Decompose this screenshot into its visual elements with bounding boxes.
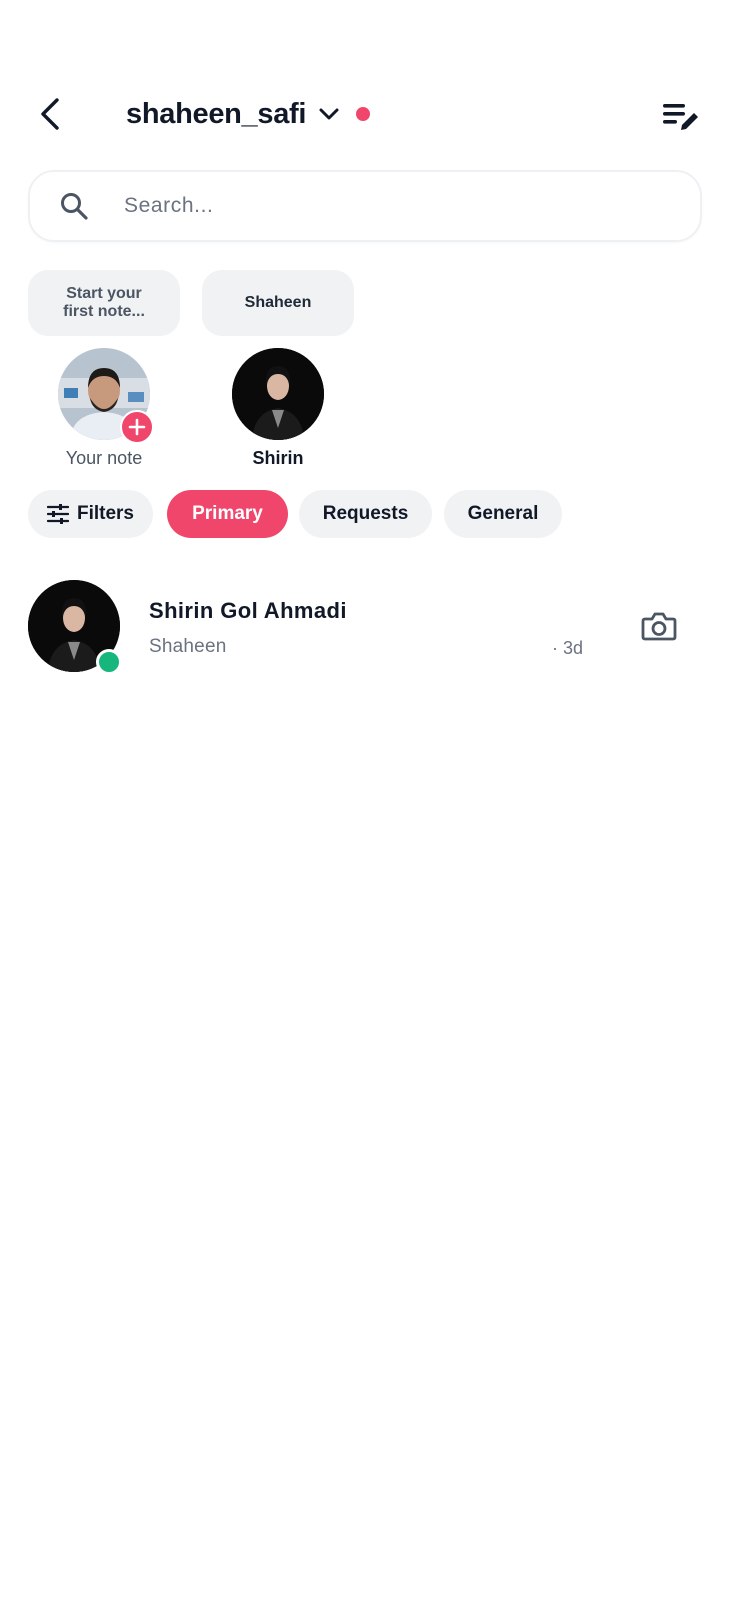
conversation-time: · 3d [552,638,584,658]
status-dot [356,107,371,121]
note-bubble-self[interactable]: Start your first note... [28,270,180,336]
tab-general-label: General [467,503,539,524]
note-label-shirin: Shirin [252,448,304,468]
conversation-name: Shirin Gol Ahmadi [149,598,347,623]
filters-label: Filters [76,503,135,524]
chevron-down-icon [319,108,339,120]
tab-primary[interactable]: Primary [167,490,288,538]
account-name: shaheen_safi [126,97,307,130]
note-text: Shaheen [244,294,312,311]
filters-button[interactable]: Filters [28,490,153,538]
camera-button[interactable] [636,604,682,648]
camera-icon [641,612,677,641]
note-bubble-shirin[interactable]: Shaheen [202,270,354,336]
chevron-left-icon [41,98,59,130]
back-button[interactable] [28,92,72,136]
add-note-button[interactable] [120,410,154,444]
note-prompt-line1: Start your [66,285,142,302]
account-switcher[interactable]: shaheen_safi [126,92,371,136]
online-indicator [96,649,122,675]
plus-icon [128,418,146,436]
note-prompt-line2: first note... [63,303,145,320]
tab-general[interactable]: General [444,490,562,538]
avatar-shirin[interactable] [232,348,324,440]
search-bar[interactable] [28,170,702,242]
tab-primary-label: Primary [192,503,263,524]
note-label-self: Your note [65,448,143,468]
avatar-shirin-image [232,348,324,440]
search-input[interactable] [122,193,626,219]
conversation-preview: Shaheen [149,636,227,657]
compose-button[interactable] [658,94,704,140]
search-icon [54,186,94,226]
tab-requests-label: Requests [322,503,409,524]
compose-list-icon [663,104,698,130]
sliders-icon [46,504,69,524]
tab-requests[interactable]: Requests [299,490,432,538]
